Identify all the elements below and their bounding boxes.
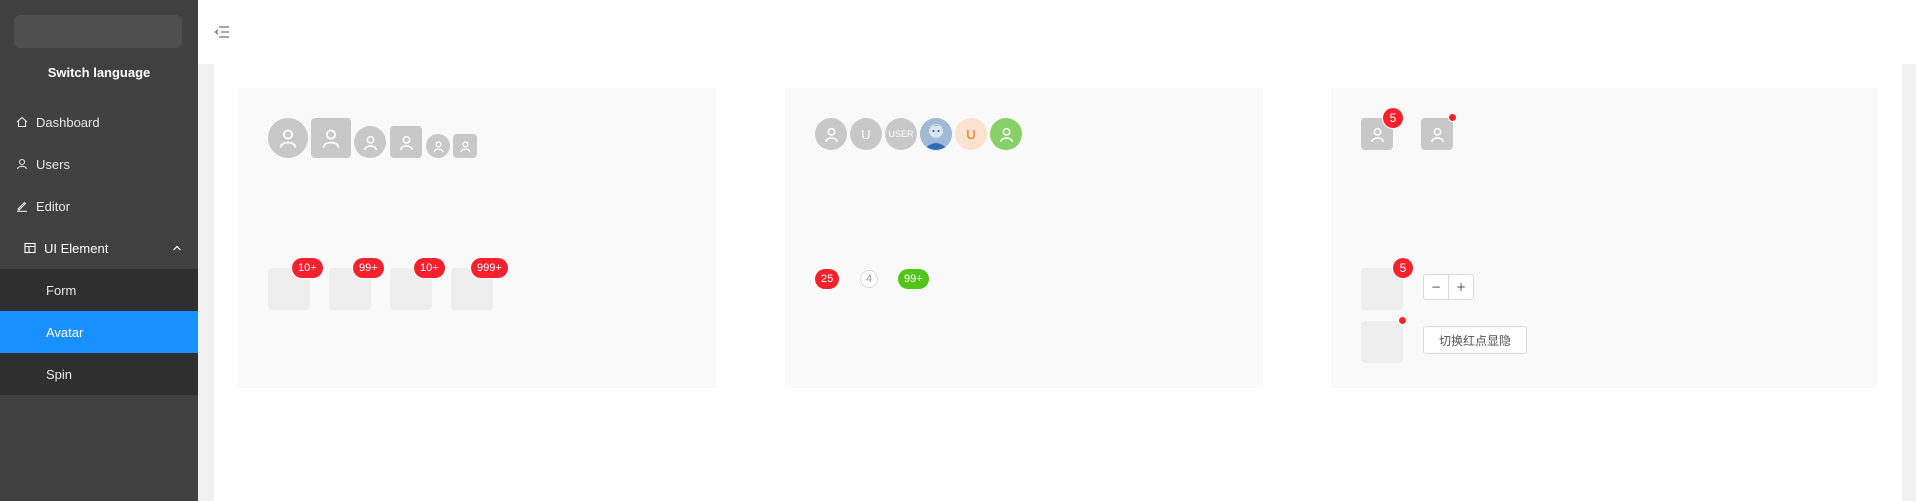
logo-placeholder (14, 15, 182, 48)
user-icon (815, 118, 847, 150)
sidebar-item-users[interactable]: Users (0, 143, 198, 185)
user-icon (390, 126, 422, 158)
count-badge: 99+ (898, 269, 929, 289)
menu-fold-icon[interactable] (214, 24, 230, 40)
home-icon (16, 116, 28, 128)
user-icon (311, 118, 351, 158)
dot-badge (1399, 317, 1406, 324)
user-icon (16, 158, 28, 170)
right-gutter (1902, 64, 1916, 501)
text-avatar: USER (885, 118, 917, 150)
user-icon (1421, 118, 1453, 150)
photo-avatar (920, 118, 952, 150)
user-icon (268, 118, 308, 158)
sidebar-subitem-avatar[interactable]: Avatar (0, 311, 198, 353)
sidebar-item-label: UI Element (44, 240, 109, 256)
count-badge: 5 (1393, 258, 1413, 278)
badge-target (1361, 321, 1403, 363)
sidebar-subitem-form[interactable]: Form (0, 269, 198, 311)
count-badge: 999+ (471, 258, 508, 278)
decrement-button[interactable]: − (1423, 274, 1449, 300)
sidebar-item-label: Dashboard (36, 114, 100, 130)
sidebar-subitem-spin[interactable]: Spin (0, 353, 198, 395)
user-icon (426, 134, 450, 158)
text-avatar: U (955, 118, 987, 150)
sidebar-item-ui-element[interactable]: UI Element (0, 227, 198, 269)
layout-icon (24, 242, 36, 254)
text-avatar: U (850, 118, 882, 150)
avatar-size-card: 10+ 99+ 10+ 999+ (238, 88, 716, 388)
user-icon (990, 118, 1022, 150)
sidebar-item-label: Spin (46, 366, 73, 382)
count-badge: 5 (1383, 108, 1403, 128)
count-badge: 4 (860, 270, 878, 288)
sidebar-item-label: Form (46, 282, 77, 298)
dot-badge (1449, 114, 1456, 121)
avatar-badge-card: 5 5 − + 切换红点显隐 (1331, 88, 1878, 388)
user-icon (354, 126, 386, 158)
count-badge: 25 (815, 269, 840, 289)
sidebar-item-editor[interactable]: Editor (0, 185, 198, 227)
count-badge: 10+ (292, 258, 323, 278)
sidebar: Switch language Dashboard Users Editor U… (0, 0, 198, 501)
increment-button[interactable]: + (1448, 274, 1474, 300)
sidebar-item-label: Avatar (46, 324, 84, 340)
switch-language-link[interactable]: Switch language (0, 65, 198, 80)
sidebar-item-label: Users (36, 156, 70, 172)
avatar-type-card: U USER U 25 4 99+ (785, 88, 1263, 388)
user-icon (453, 134, 477, 158)
toggle-dot-button[interactable]: 切换红点显隐 (1423, 326, 1527, 354)
top-header (198, 0, 1916, 64)
sidebar-item-dashboard[interactable]: Dashboard (0, 101, 198, 143)
count-badge: 10+ (414, 258, 445, 278)
count-badge: 99+ (353, 258, 384, 278)
chevron-up-icon (172, 241, 182, 251)
edit-icon (16, 200, 28, 212)
sidebar-item-label: Editor (36, 198, 70, 214)
